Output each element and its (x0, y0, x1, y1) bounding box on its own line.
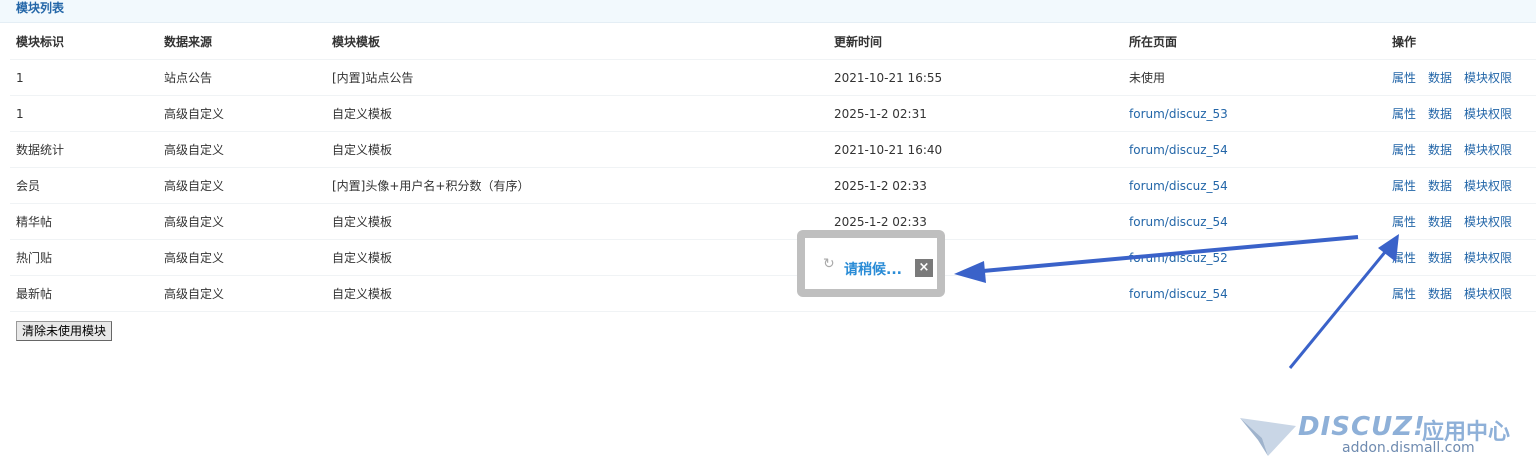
annotation-arrows (954, 234, 1399, 369)
loading-dialog: ↻ 请稍候... × (797, 230, 945, 297)
watermark-url: addon.dismall.com (1342, 440, 1475, 456)
loading-text: 请稍候... (844, 262, 902, 278)
arrow-to-attribute-link (1288, 234, 1399, 369)
close-icon[interactable]: × (915, 259, 933, 277)
paper-plane-icon (1240, 418, 1296, 456)
refresh-icon: ↻ (823, 256, 835, 272)
loading-dialog-body: ↻ 请稍候... × (805, 238, 937, 289)
watermark: DISCUZ! 应用中心 addon.dismall.com (1238, 412, 1528, 462)
watermark-brand: DISCUZ! (1298, 412, 1426, 442)
arrow-to-loading (954, 235, 1359, 283)
